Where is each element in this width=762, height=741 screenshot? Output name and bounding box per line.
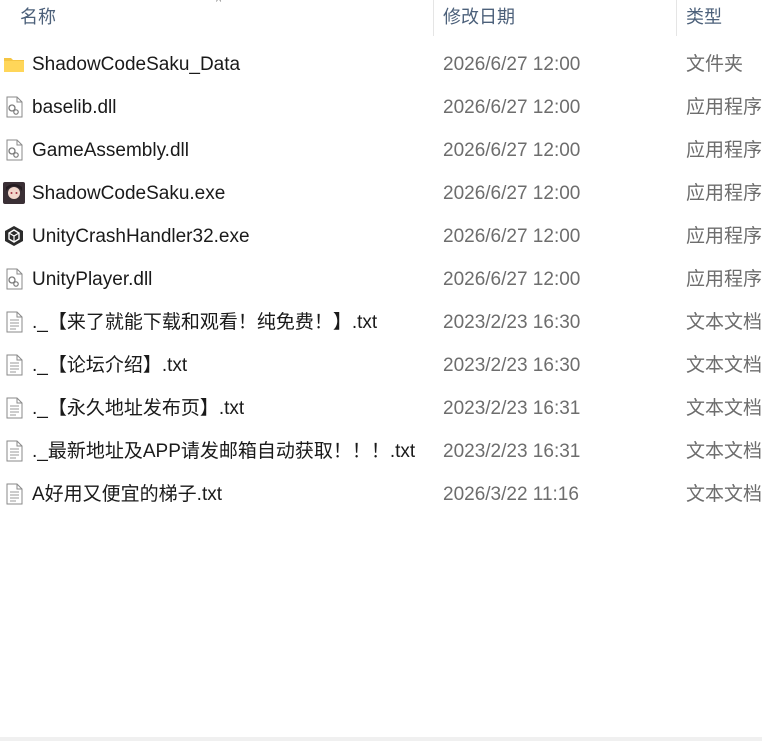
file-date-modified: 2026/3/22 11:16 xyxy=(443,484,579,505)
file-date-modified: 2026/6/27 12:00 xyxy=(443,183,581,204)
file-type: 文件夹 xyxy=(686,54,744,75)
file-date-modified: 2023/2/23 16:31 xyxy=(443,398,581,419)
file-row[interactable]: ._最新地址及APP请发邮箱自动获取！！！.txt 2023/2/23 16:31… xyxy=(0,430,762,473)
text-file-icon xyxy=(3,483,25,505)
sort-up-caret-icon: ^ xyxy=(216,0,222,8)
file-type: 文本文档 xyxy=(686,312,762,333)
file-name: ._【论坛介绍】.txt xyxy=(32,355,188,376)
file-date-modified: 2026/6/27 12:00 xyxy=(443,140,581,161)
file-row[interactable]: ._【来了就能下载和观看！纯免费！】.txt 2023/2/23 16:30 文本文… xyxy=(0,301,762,344)
file-type: 应用程序扩 xyxy=(686,97,762,118)
file-name: ._最新地址及APP请发邮箱自动获取！！！.txt xyxy=(32,441,416,462)
file-name: ._【来了就能下载和观看！纯免费！】.txt xyxy=(32,312,378,333)
unity-icon xyxy=(3,225,25,247)
file-type: 文本文档 xyxy=(686,484,762,505)
dll-file-icon xyxy=(3,268,25,290)
column-header-bar: ^ 名称 修改日期 类型 xyxy=(0,0,762,36)
text-file-icon xyxy=(3,311,25,333)
file-name: UnityCrashHandler32.exe xyxy=(32,226,250,247)
file-name: UnityPlayer.dll xyxy=(32,269,153,290)
file-date-modified: 2026/6/27 12:00 xyxy=(443,226,581,247)
file-type: 应用程序扩 xyxy=(686,140,762,161)
file-name: ShadowCodeSaku.exe xyxy=(32,183,226,204)
file-row[interactable]: A好用又便宜的梯子.txt 2026/3/22 11:16 文本文档 xyxy=(0,473,762,516)
file-date-modified: 2023/2/23 16:30 xyxy=(443,312,581,333)
file-date-modified: 2023/2/23 16:30 xyxy=(443,355,581,376)
dll-file-icon xyxy=(3,139,25,161)
file-type: 文本文档 xyxy=(686,355,762,376)
text-file-icon xyxy=(3,397,25,419)
file-name: A好用又便宜的梯子.txt xyxy=(32,484,223,505)
file-row[interactable]: ShadowCodeSaku.exe 2026/6/27 12:00 应用程序 xyxy=(0,172,762,215)
column-divider[interactable] xyxy=(433,0,434,36)
file-row[interactable]: UnityPlayer.dll 2026/6/27 12:00 应用程序扩 xyxy=(0,258,762,301)
file-name: baselib.dll xyxy=(32,97,117,118)
file-row[interactable]: UnityCrashHandler32.exe 2026/6/27 12:00 应用… xyxy=(0,215,762,258)
file-date-modified: 2026/6/27 12:00 xyxy=(443,54,581,75)
text-file-icon xyxy=(3,354,25,376)
file-name: GameAssembly.dll xyxy=(32,140,189,161)
file-date-modified: 2026/6/27 12:00 xyxy=(443,97,581,118)
column-header-name[interactable]: 名称 xyxy=(20,0,56,36)
folder-icon xyxy=(3,53,25,75)
file-type: 文本文档 xyxy=(686,398,762,419)
file-row[interactable]: ._【永久地址发布页】.txt 2023/2/23 16:31 文本文档 xyxy=(0,387,762,430)
horizontal-scrollbar-track[interactable] xyxy=(0,737,762,741)
file-row[interactable]: GameAssembly.dll 2026/6/27 12:00 应用程序扩 xyxy=(0,129,762,172)
file-row[interactable]: ._【论坛介绍】.txt 2023/2/23 16:30 文本文档 xyxy=(0,344,762,387)
column-header-date-modified[interactable]: 修改日期 xyxy=(443,0,515,36)
file-date-modified: 2023/2/23 16:31 xyxy=(443,441,581,462)
file-date-modified: 2026/6/27 12:00 xyxy=(443,269,581,290)
game-exe-icon xyxy=(3,182,25,204)
column-divider[interactable] xyxy=(676,0,677,36)
file-type: 应用程序 xyxy=(686,183,762,204)
dll-file-icon xyxy=(3,96,25,118)
file-name: ShadowCodeSaku_Data xyxy=(32,54,241,75)
column-header-type[interactable]: 类型 xyxy=(686,0,722,36)
text-file-icon xyxy=(3,440,25,462)
file-row[interactable]: ShadowCodeSaku_Data 2026/6/27 12:00 文件夹 xyxy=(0,43,762,86)
file-row[interactable]: baselib.dll 2026/6/27 12:00 应用程序扩 xyxy=(0,86,762,129)
file-type: 文本文档 xyxy=(686,441,762,462)
file-type: 应用程序 xyxy=(686,226,762,247)
file-type: 应用程序扩 xyxy=(686,269,762,290)
file-name: ._【永久地址发布页】.txt xyxy=(32,398,245,419)
